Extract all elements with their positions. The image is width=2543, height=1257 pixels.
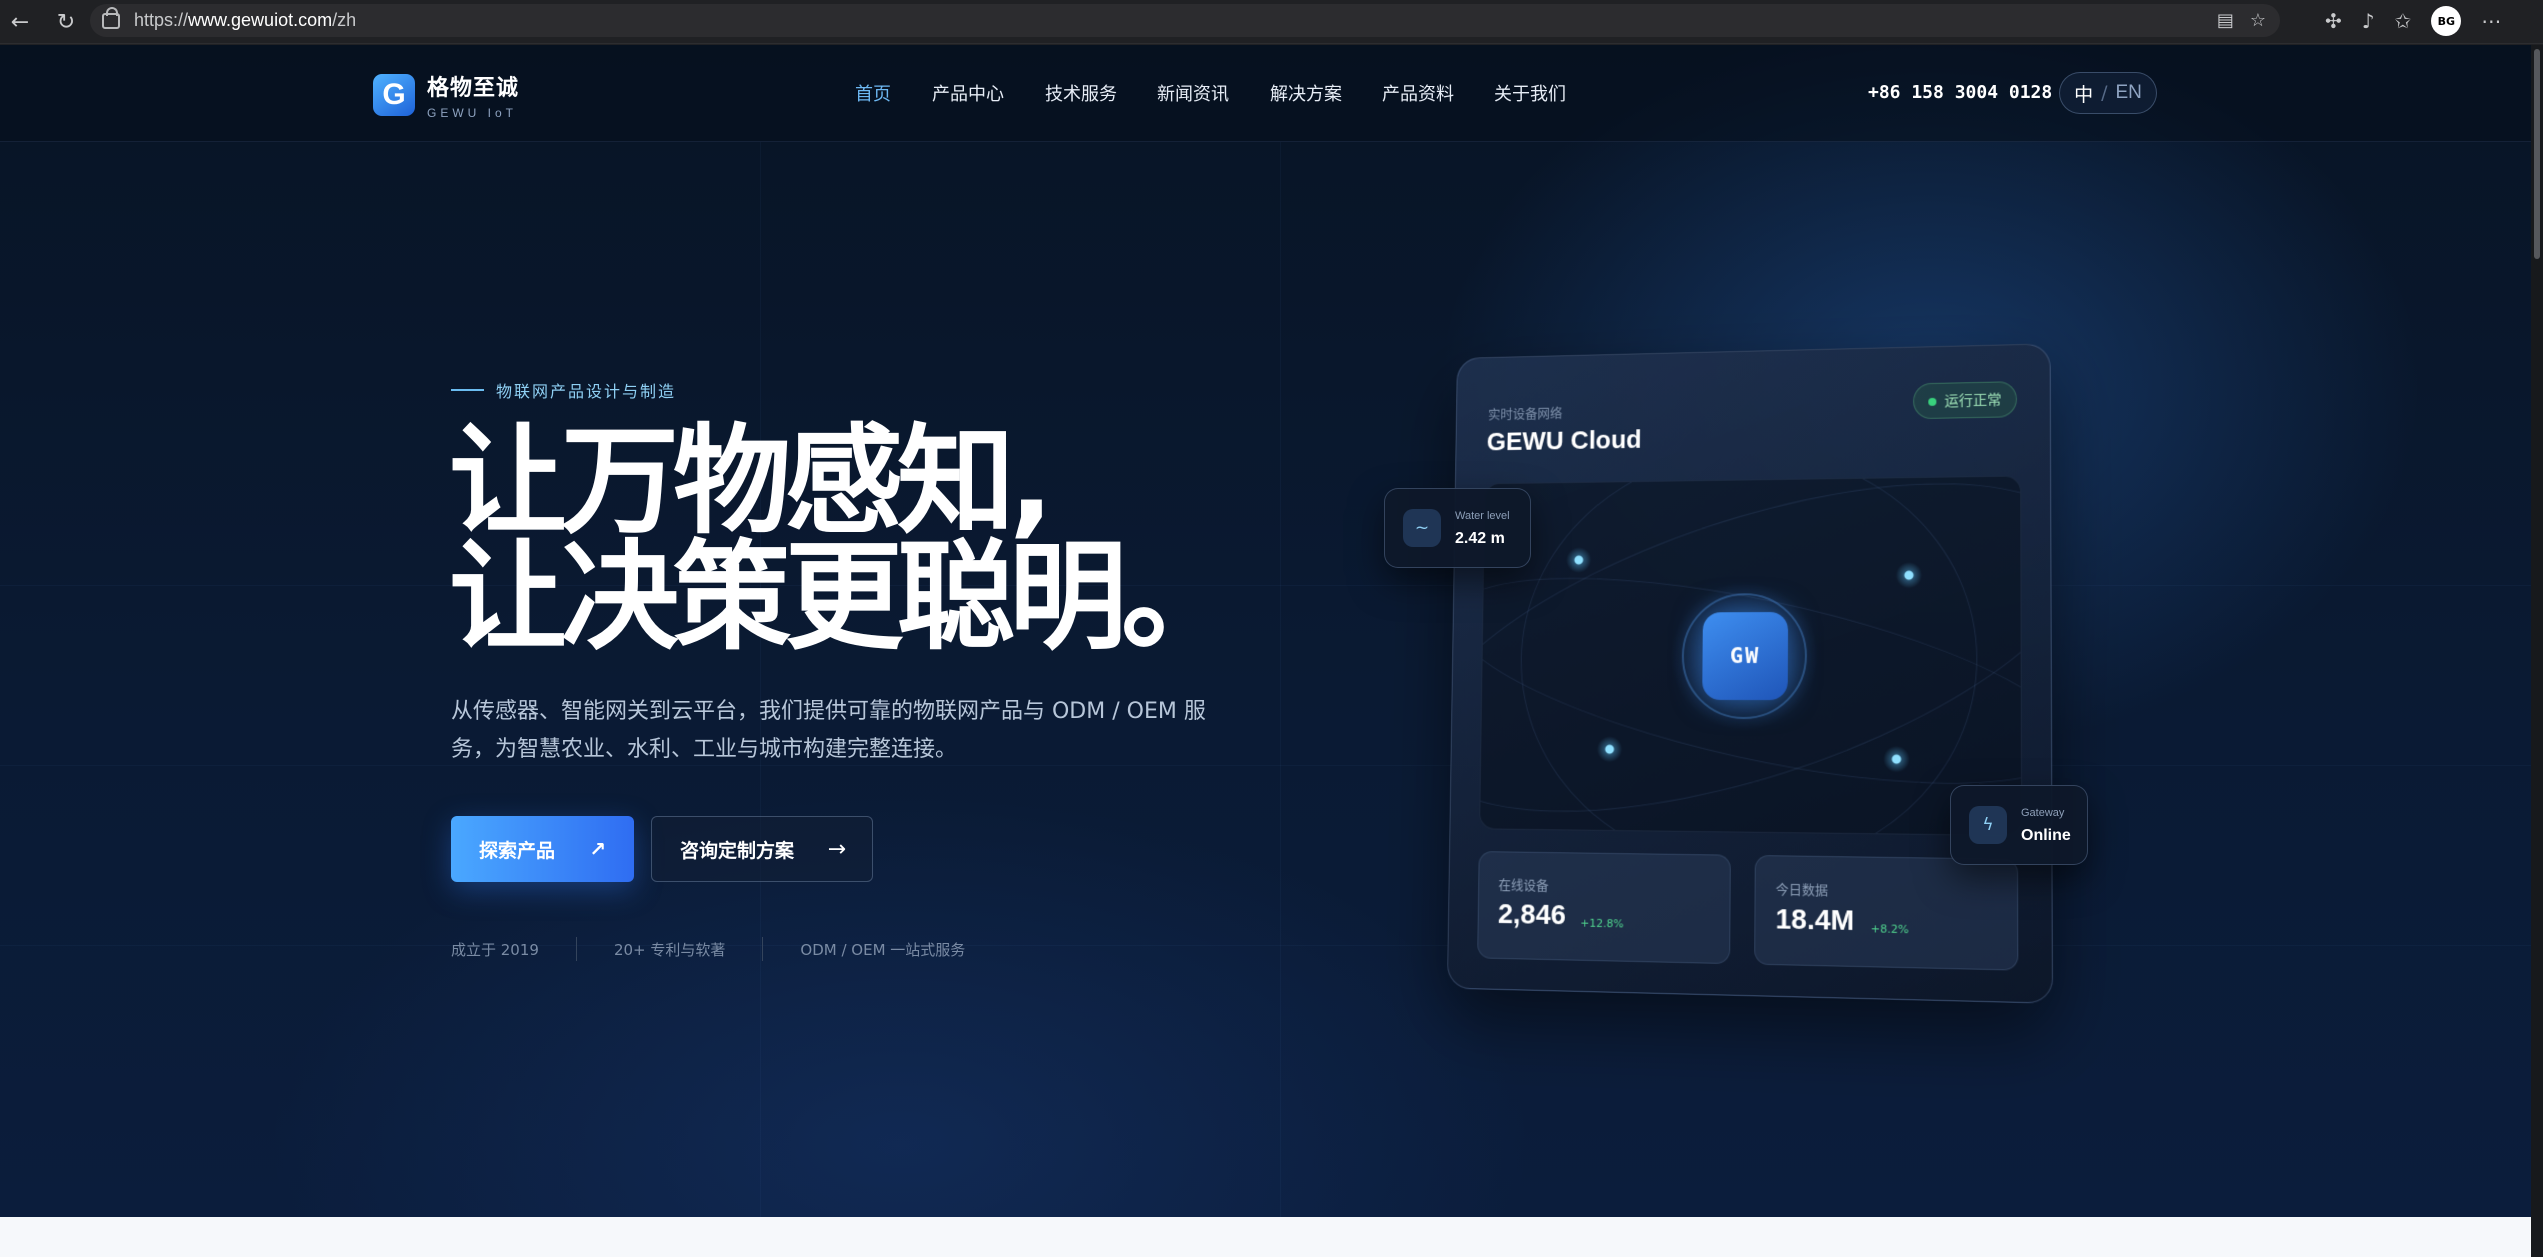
water-level-widget: ~ Water level 2.42 m: [1384, 488, 1531, 568]
brand-name: 格物至诚: [427, 76, 520, 101]
more-menu-icon[interactable]: ⋯: [2481, 9, 2501, 33]
reader-mode-icon[interactable]: ▤: [2217, 10, 2234, 31]
next-section-edge: [0, 1217, 2543, 1257]
back-arrow-icon[interactable]: ←: [4, 6, 36, 38]
favorite-star-icon[interactable]: ☆: [2250, 10, 2266, 31]
device-node: [1895, 562, 1923, 589]
metric-today-data: 今日数据 18.4M +8.2%: [1754, 855, 2019, 971]
logo-mark-icon: G: [373, 74, 415, 116]
contact-phone[interactable]: +86 158 3004 0128: [1868, 82, 2052, 103]
brand-tagline: GEWU IoT: [427, 106, 518, 120]
hero-stats: 成立于 2019 20+ 专利与软著 ODM / OEM 一站式服务: [451, 937, 965, 961]
gateway-status-widget: ϟ Gateway Online: [1950, 785, 2088, 865]
url-text[interactable]: https://www.gewuiot.com/zh: [134, 10, 356, 31]
status-badge: 运行正常: [1913, 381, 2017, 420]
bolt-icon: ϟ: [1969, 806, 2007, 844]
lang-en[interactable]: EN: [2116, 82, 2142, 104]
site-info-icon[interactable]: [102, 6, 120, 29]
card-label: 实时设备网络: [1487, 406, 1563, 423]
page-viewport: G 格物至诚 GEWU IoT 首页 产品中心 技术服务 新闻资讯 解决方案 产…: [0, 45, 2543, 1257]
stat-odm: ODM / OEM 一站式服务: [800, 940, 966, 959]
arrow-up-right-icon: ↗: [589, 837, 606, 861]
nav-product-docs[interactable]: 产品资料: [1382, 80, 1454, 106]
device-node: [1883, 745, 1910, 773]
language-switcher[interactable]: 中 / EN: [2059, 72, 2157, 114]
address-bar[interactable]: https://www.gewuiot.com/zh ▤ ☆: [90, 4, 2280, 37]
hero-lead: 从传感器、智能网关到云平台，我们提供可靠的物联网产品与 ODM / OEM 服务…: [451, 699, 1206, 762]
arrow-right-icon: →: [827, 836, 846, 862]
scrollbar-thumb[interactable]: [2534, 49, 2540, 259]
explore-products-button[interactable]: 探索产品 ↗: [451, 816, 634, 882]
extensions-icon[interactable]: ✣: [2325, 9, 2342, 33]
nav-news[interactable]: 新闻资讯: [1157, 80, 1229, 106]
stat-founded: 成立于 2019: [451, 940, 539, 959]
device-node: [1596, 736, 1623, 763]
lang-zh[interactable]: 中: [2074, 80, 2093, 107]
dashboard-card: 实时设备网络 GEWU Cloud 运行正常 GW 在线设备 2,846 +12…: [1446, 343, 2054, 1004]
favorites-icon[interactable]: ✩: [2395, 9, 2412, 33]
profile-avatar[interactable]: BG: [2431, 6, 2462, 36]
hero-headline: 让万物感知, 让决策更聪明。: [449, 412, 1239, 666]
card-title: GEWU Cloud: [1486, 424, 1642, 457]
browser-toolbar: ← ↻ https://www.gewuiot.com/zh ▤ ☆ ✣ ♪ ✩…: [0, 0, 2543, 44]
site-logo[interactable]: G 格物至诚 GEWU IoT: [373, 70, 519, 120]
device-network: GW: [1479, 475, 2023, 837]
read-aloud-icon[interactable]: ♪: [2362, 9, 2375, 33]
gateway-node: GW: [1702, 611, 1789, 701]
nav-home[interactable]: 首页: [855, 80, 891, 106]
nav-tech-services[interactable]: 技术服务: [1045, 80, 1117, 106]
metric-online-devices: 在线设备 2,846 +12.8%: [1477, 851, 1731, 965]
page-scrollbar[interactable]: [2531, 45, 2543, 1257]
kicker-line: [451, 389, 484, 391]
wave-icon: ~: [1403, 509, 1441, 547]
stat-patents: 20+ 专利与软著: [613, 940, 726, 959]
hero-kicker: 物联网产品设计与制造: [451, 378, 676, 402]
nav-solutions[interactable]: 解决方案: [1270, 80, 1342, 106]
nav-products[interactable]: 产品中心: [932, 80, 1004, 106]
consult-custom-button[interactable]: 咨询定制方案 →: [651, 816, 873, 882]
nav-about[interactable]: 关于我们: [1494, 80, 1566, 106]
reload-icon[interactable]: ↻: [50, 6, 82, 38]
hero-section: G 格物至诚 GEWU IoT 首页 产品中心 技术服务 新闻资讯 解决方案 产…: [0, 45, 2543, 1217]
